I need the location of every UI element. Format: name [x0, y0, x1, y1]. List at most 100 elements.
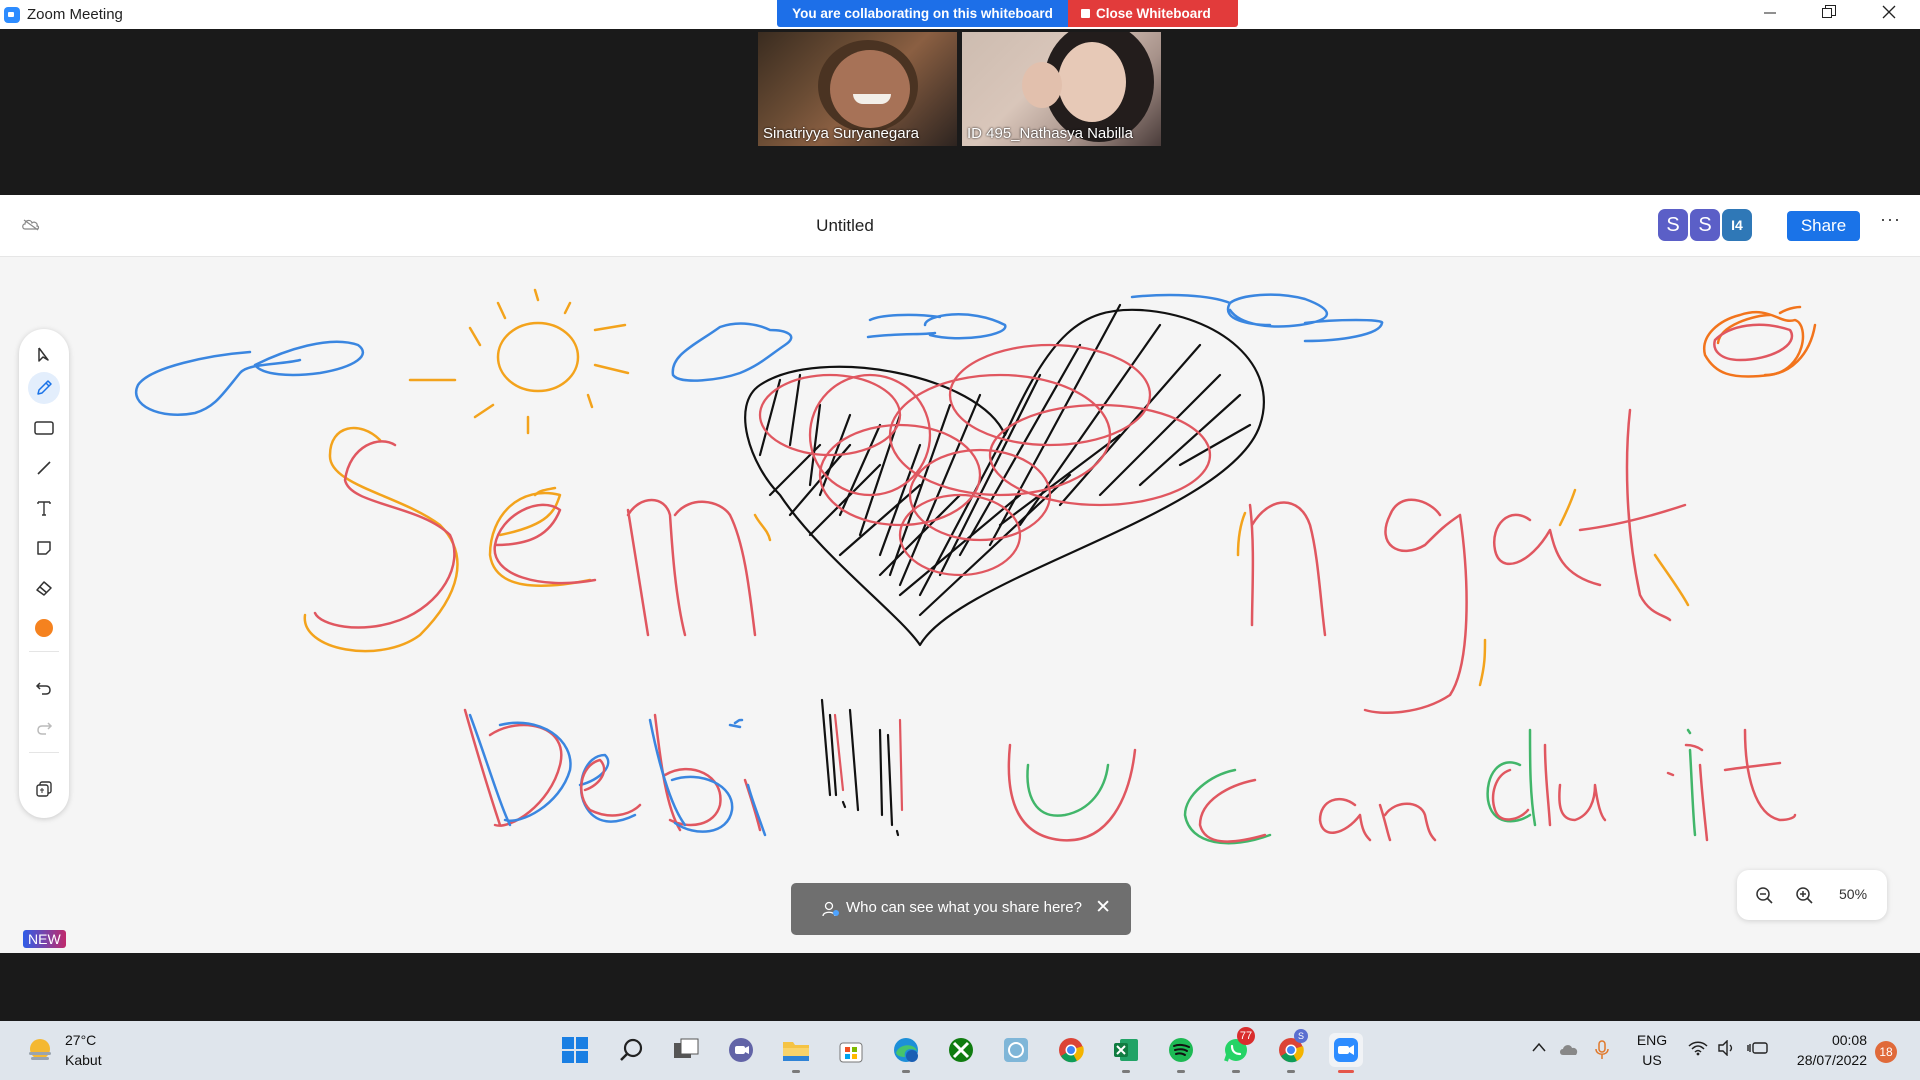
zoom-level[interactable]: 50% [1839, 886, 1867, 902]
title-bar: Zoom Meeting You are collaborating on th… [0, 0, 1920, 29]
cloud-drawings [134, 293, 1384, 416]
word-ngat [1236, 408, 1690, 714]
taskbar: 27°C Kabut 77 S ENG US 00:08 28/07/2022 … [0, 1021, 1920, 1080]
running-indicator [792, 1070, 800, 1073]
toast-close-button[interactable]: ✕ [1095, 896, 1111, 919]
text-icon [37, 501, 51, 516]
templates-button[interactable] [28, 773, 60, 805]
running-indicator [1232, 1070, 1240, 1073]
color-picker[interactable] [28, 612, 60, 644]
teams-chat-button[interactable] [724, 1033, 758, 1067]
onedrive-icon[interactable] [1558, 1040, 1580, 1058]
window-title: Zoom Meeting [27, 6, 123, 23]
sticky-note-icon [37, 541, 51, 555]
share-button[interactable]: Share [1787, 211, 1860, 241]
avatar-count[interactable]: I4 [1722, 209, 1752, 241]
whatsapp-unread-badge: 77 [1237, 1027, 1255, 1045]
more-options-button[interactable]: ··· [1880, 209, 1901, 230]
edge-icon [894, 1038, 918, 1062]
word-du [1486, 728, 1607, 827]
volume-icon[interactable] [1717, 1040, 1735, 1056]
start-button[interactable] [558, 1033, 592, 1067]
redo-button[interactable] [28, 712, 60, 744]
spotify-button[interactable] [1164, 1033, 1198, 1073]
xbox-button[interactable] [944, 1033, 978, 1067]
zoom-out-icon[interactable] [1755, 886, 1775, 906]
restore-button[interactable] [1806, 0, 1852, 29]
zoom-app-icon [4, 7, 20, 23]
word-debi [463, 708, 767, 837]
minimize-button[interactable] [1747, 0, 1793, 29]
whiteboard-header: Untitled S S I4 Share ··· [0, 195, 1920, 257]
sticky-note-tool[interactable] [28, 532, 60, 564]
search-icon [620, 1038, 643, 1061]
avatar[interactable]: S [1658, 209, 1688, 241]
pen-icon [37, 380, 52, 395]
weather-description[interactable]: Kabut [65, 1052, 102, 1068]
whiteboard-canvas[interactable] [0, 195, 1920, 953]
chrome-icon [1059, 1038, 1084, 1063]
participant-name: Sinatriyya Suryanegara [763, 125, 919, 142]
clock-time[interactable]: 00:08 [1787, 1032, 1867, 1048]
active-indicator [1338, 1070, 1354, 1073]
search-button[interactable] [614, 1033, 648, 1067]
participant-video-tile[interactable]: ID 495_Nathasya Nabilla [962, 32, 1161, 146]
whiteboard-title[interactable]: Untitled [0, 216, 1690, 236]
whiteboard: Untitled S S I4 Share ··· NEW Who can se… [0, 195, 1920, 953]
notification-count-badge[interactable]: 18 [1875, 1041, 1897, 1063]
heart-scribble [758, 343, 1212, 577]
line-tool[interactable] [28, 452, 60, 484]
region-indicator[interactable]: US [1634, 1052, 1670, 1068]
close-whiteboard-label: Close Whiteboard [1096, 6, 1211, 21]
photos-icon [1004, 1038, 1028, 1062]
participant-video-tile[interactable]: Sinatriyya Suryanegara [758, 32, 957, 146]
chrome-button[interactable] [1054, 1033, 1088, 1067]
language-indicator[interactable]: ENG [1634, 1032, 1670, 1048]
zoom-in-icon[interactable] [1795, 886, 1815, 906]
visibility-toast: Who can see what you share here? ✕ [791, 883, 1131, 935]
edge-button[interactable] [889, 1033, 923, 1073]
running-indicator [1122, 1070, 1130, 1073]
rectangle-icon [34, 421, 54, 435]
line-icon [37, 461, 51, 475]
participant-hand [1022, 62, 1062, 108]
weather-fog-icon[interactable] [25, 1035, 55, 1065]
toast-message: Who can see what you share here? [846, 899, 1082, 916]
task-view-icon [674, 1038, 699, 1058]
undo-button[interactable] [28, 672, 60, 704]
microphone-icon[interactable] [1595, 1040, 1609, 1060]
participant-face [830, 50, 910, 128]
file-explorer-button[interactable] [779, 1033, 813, 1073]
video-strip: Sinatriyya Suryanegara ID 495_Nathasya N… [0, 29, 1920, 195]
close-whiteboard-button[interactable]: Close Whiteboard [1068, 0, 1238, 27]
meeting-controls-area [0, 953, 1920, 1021]
microsoft-store-button[interactable] [834, 1033, 868, 1067]
windows-start-icon [562, 1037, 588, 1063]
close-window-button[interactable] [1866, 0, 1912, 29]
close-icon [1882, 5, 1896, 19]
chrome-profile-button[interactable]: S [1274, 1029, 1308, 1073]
task-view-button[interactable] [669, 1033, 703, 1067]
wifi-icon[interactable] [1688, 1040, 1708, 1056]
running-indicator [1177, 1070, 1185, 1073]
select-icon [38, 347, 49, 362]
excel-icon [1114, 1039, 1138, 1061]
photos-button[interactable] [999, 1033, 1033, 1067]
text-tool[interactable] [28, 492, 60, 524]
select-tool[interactable] [28, 339, 60, 371]
whatsapp-button[interactable]: 77 [1219, 1027, 1255, 1073]
pen-tool[interactable] [28, 372, 60, 404]
templates-icon [36, 781, 52, 797]
running-indicator [902, 1070, 910, 1073]
excel-button[interactable] [1109, 1033, 1143, 1073]
clock-date[interactable]: 28/07/2022 [1787, 1052, 1867, 1068]
shape-tool[interactable] [28, 412, 60, 444]
zoom-button[interactable] [1329, 1033, 1363, 1073]
eraser-icon [36, 581, 52, 596]
chevron-up-icon[interactable] [1531, 1040, 1547, 1054]
battery-icon[interactable] [1747, 1040, 1769, 1056]
eraser-tool[interactable] [28, 572, 60, 604]
avatar[interactable]: S [1690, 209, 1720, 241]
participant-smile [853, 94, 891, 104]
temperature[interactable]: 27°C [65, 1032, 96, 1048]
